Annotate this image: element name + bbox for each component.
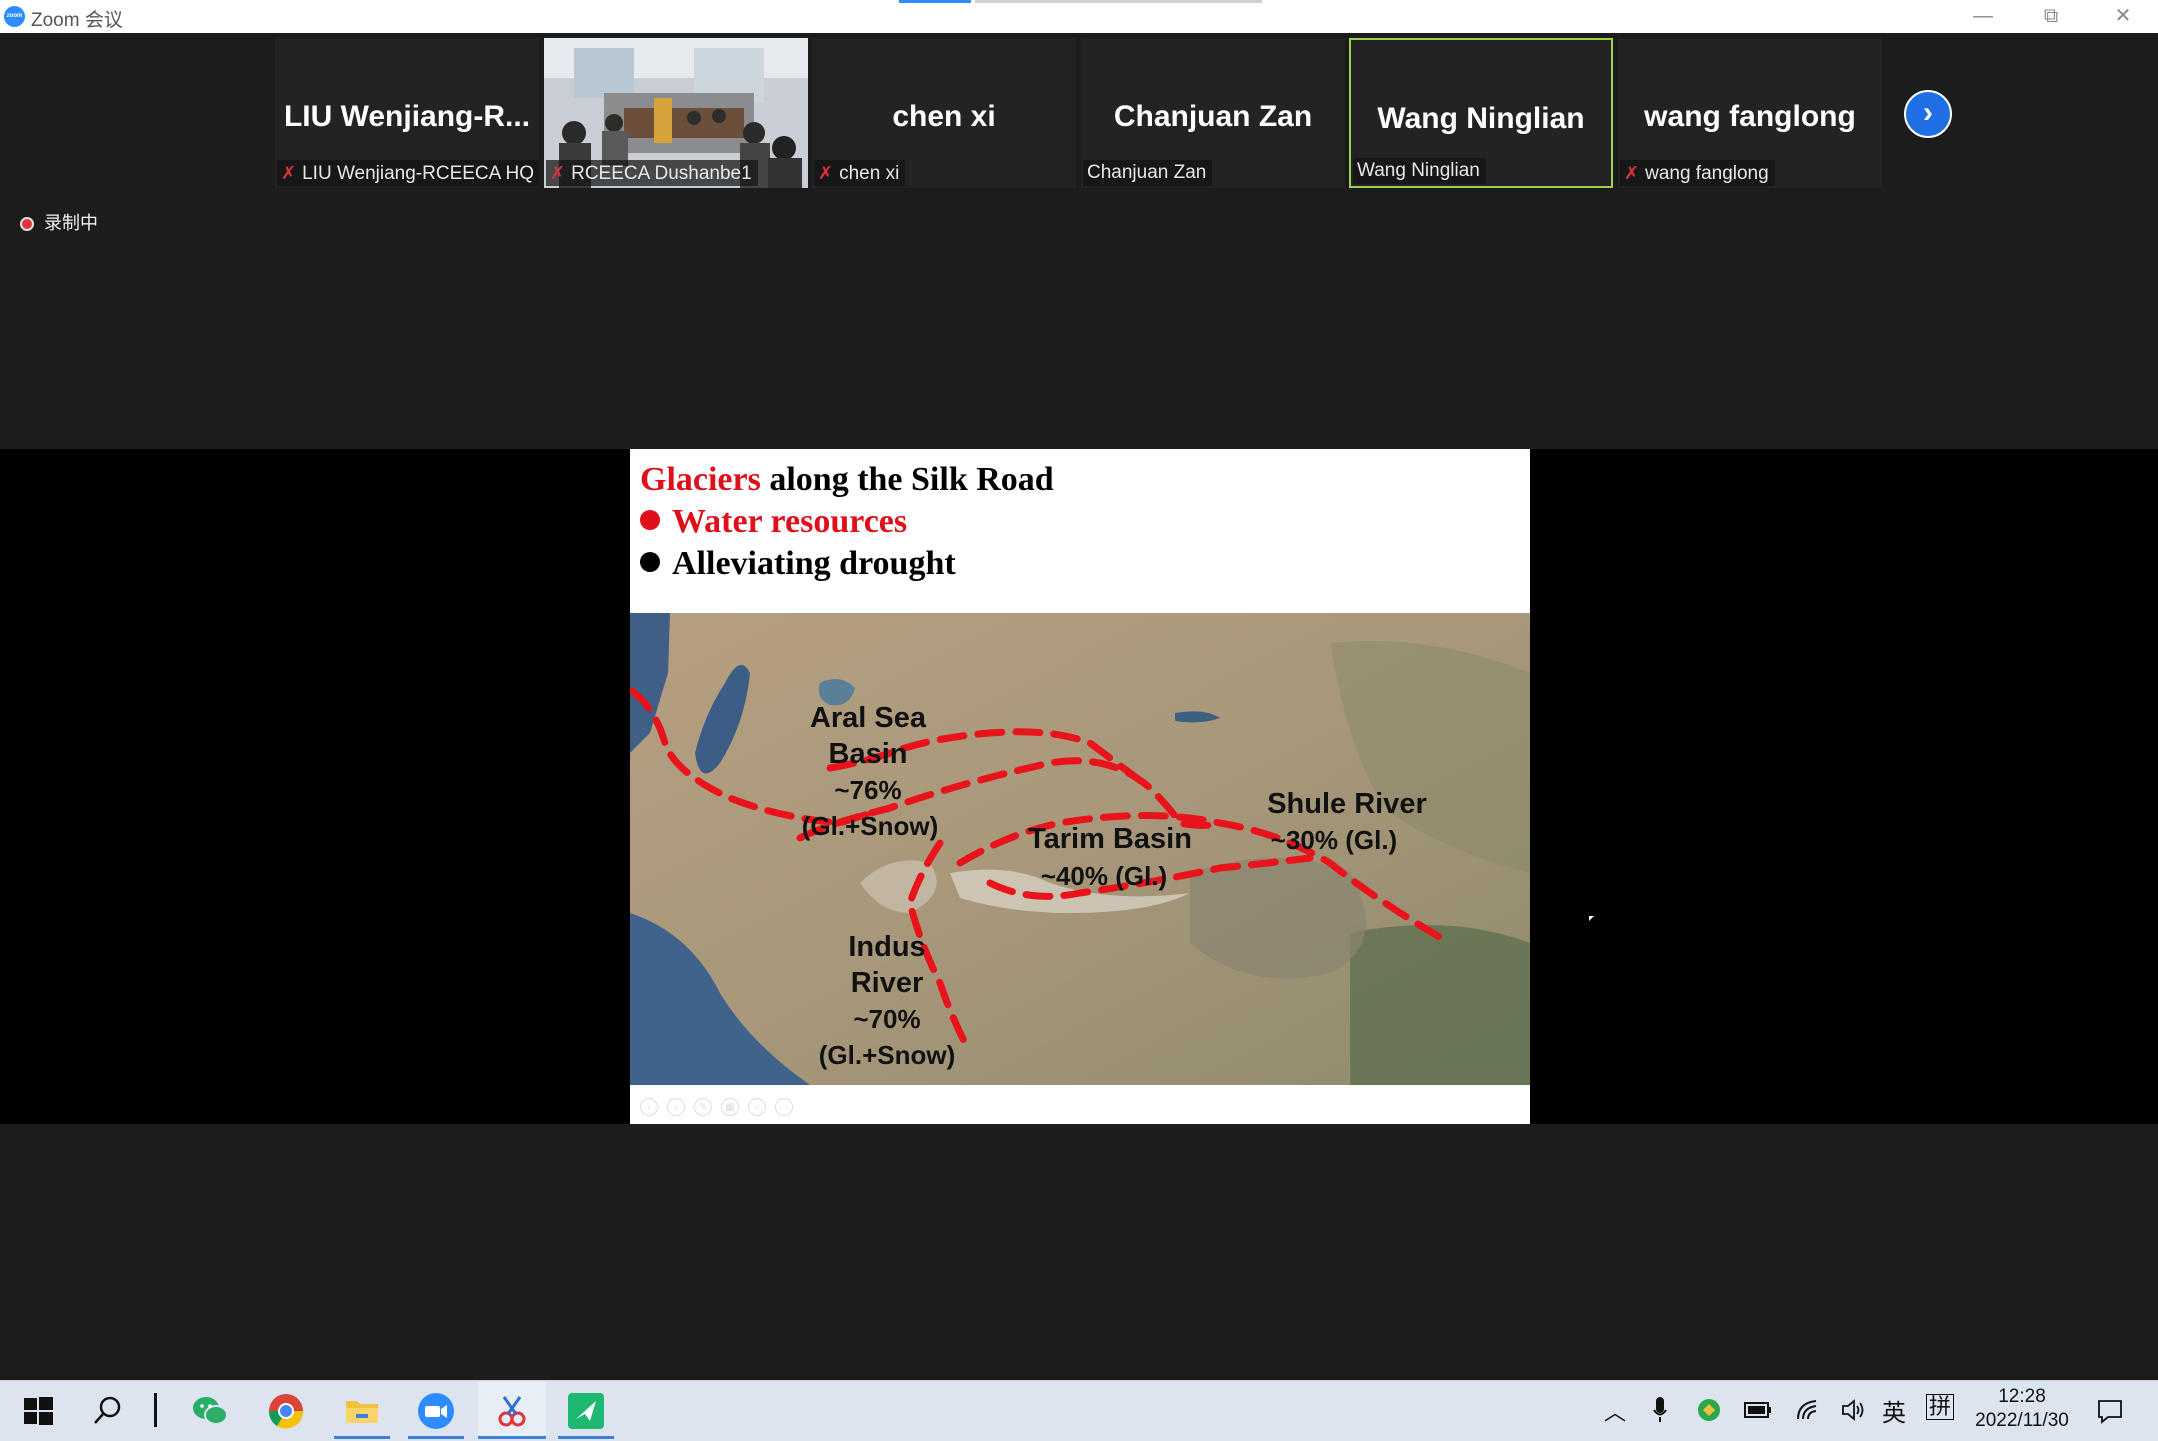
previous-slide-icon[interactable]: ‹ [640, 1098, 658, 1116]
zoom-logo-icon: zoom [4, 6, 25, 27]
clock-time: 12:28 [1998, 1386, 2046, 1407]
notification-center-icon[interactable] [2096, 1397, 2124, 1425]
wifi-icon[interactable] [1794, 1397, 1820, 1423]
presentation-slide: Glaciers along the Silk Road Water resou… [630, 449, 1530, 1124]
participant-tile[interactable]: LIU Wenjiang-R... ✗ LIU Wenjiang-RCEECA H… [275, 38, 539, 188]
wechat-icon[interactable] [188, 1389, 232, 1433]
svg-text:~70%: ~70% [853, 1004, 920, 1034]
ime-language-indicator[interactable]: 英 [1882, 1393, 1906, 1428]
recording-dot-icon [20, 217, 34, 232]
clock[interactable]: 12:28 2022/11/30 [1968, 1385, 2076, 1433]
restore-button[interactable]: ⧉ [2018, 0, 2084, 33]
title-tab-indicator [899, 0, 971, 3]
chrome-icon[interactable] [264, 1389, 308, 1433]
svg-text:(Gl.+Snow): (Gl.+Snow) [802, 811, 939, 841]
participant-display-name: Chanjuan Zan [1113, 100, 1313, 133]
participant-display-name: chen xi [892, 100, 996, 133]
pen-icon[interactable]: ✎ [694, 1098, 712, 1116]
svg-text:~76%: ~76% [834, 775, 901, 805]
silk-road-map: Aral Sea Basin ~76% (Gl.+Snow) Tarim Bas… [630, 613, 1530, 1085]
svg-text:Tarim Basin: Tarim Basin [1028, 823, 1192, 855]
participant-name-label: Chanjuan Zan [1083, 160, 1213, 186]
slides-grid-icon[interactable]: ▦ [721, 1098, 739, 1116]
minimize-button[interactable]: — [1950, 0, 2016, 33]
slide-bullet-water: Water resources [640, 503, 907, 541]
recording-indicator[interactable]: 录制中 [20, 210, 98, 236]
participant-name-label: ✗ wang fanglong [1620, 160, 1775, 186]
participant-tile-active-speaker[interactable]: Wang Ninglian Wang Ninglian [1349, 38, 1613, 188]
participant-tile[interactable]: ✗ RCEECA Dushanbe1 [544, 38, 808, 188]
task-view-divider [154, 1393, 157, 1427]
participant-name-label: Wang Ninglian [1353, 158, 1486, 184]
mouse-cursor [1589, 916, 1594, 921]
svg-text:River: River [851, 967, 924, 999]
bullet-dot-icon [640, 552, 660, 572]
file-explorer-running-indicator [334, 1436, 390, 1439]
search-icon[interactable] [86, 1389, 130, 1433]
recording-label: 录制中 [44, 213, 98, 233]
title-tab-indicator-secondary [975, 0, 1262, 3]
chevron-up-icon[interactable]: ︿ [1604, 1395, 1626, 1427]
shared-screen: Glaciers along the Silk Road Water resou… [0, 449, 2158, 1124]
participant-display-name: Wang Ninglian [1377, 102, 1585, 135]
snipping-tool-icon[interactable] [490, 1389, 534, 1433]
mic-muted-icon: ✗ [281, 163, 297, 183]
next-slide-icon[interactable]: › [667, 1098, 685, 1116]
windows-taskbar: ︿ 英 拼 12:28 2022/11/30 [0, 1380, 2158, 1441]
participant-display-name: wang fanglong [1644, 100, 1856, 133]
close-button[interactable]: ✕ [2090, 0, 2156, 33]
zoom-running-indicator [408, 1436, 464, 1439]
volume-icon[interactable] [1840, 1397, 1866, 1423]
bullet-dot-icon [640, 510, 660, 530]
microphone-icon[interactable] [1652, 1395, 1668, 1425]
svg-text:Indus: Indus [848, 931, 925, 963]
mic-muted-icon: ✗ [1624, 163, 1640, 183]
svg-text:Basin: Basin [829, 738, 908, 770]
slide-bullet-drought: Alleviating drought [640, 545, 956, 583]
battery-icon[interactable] [1744, 1401, 1772, 1419]
green-app-icon[interactable] [564, 1389, 608, 1433]
green-app-running-indicator [558, 1436, 614, 1439]
participant-gallery: LIU Wenjiang-R... ✗ LIU Wenjiang-RCEECA H… [0, 33, 2158, 188]
svg-text:Aral Sea: Aral Sea [810, 702, 927, 734]
gallery-next-page-button[interactable]: › [1904, 90, 1952, 138]
chevron-right-icon: › [1923, 96, 1933, 129]
zoom-icon[interactable] [414, 1389, 458, 1433]
participant-tile[interactable]: chen xi ✗ chen xi [812, 38, 1076, 188]
clock-date: 2022/11/30 [1975, 1410, 2069, 1431]
window-title-bar: zoom Zoom 会议 — ⧉ ✕ [0, 0, 2158, 33]
snipping-tool-running-indicator [478, 1436, 546, 1439]
zoom-icon[interactable]: ⌕ [748, 1098, 766, 1116]
participant-name-label: ✗ chen xi [814, 160, 906, 186]
svg-text:~30% (Gl.): ~30% (Gl.) [1271, 825, 1397, 855]
svg-text:~40% (Gl.): ~40% (Gl.) [1041, 861, 1167, 891]
security-app-icon[interactable] [1696, 1397, 1722, 1423]
participant-name-label: ✗ LIU Wenjiang-RCEECA HQ [277, 160, 539, 186]
mic-muted-icon: ✗ [550, 163, 566, 183]
participant-tile[interactable]: Chanjuan Zan Chanjuan Zan [1081, 38, 1345, 188]
file-explorer-icon[interactable] [340, 1389, 384, 1433]
slide-show-controls: ‹ › ✎ ▦ ⌕ ⋯ [640, 1097, 802, 1117]
slide-title: Glaciers along the Silk Road [640, 461, 1054, 498]
participant-name-label: ✗ RCEECA Dushanbe1 [546, 160, 758, 186]
participant-tile[interactable]: wang fanglong ✗ wang fanglong [1618, 38, 1882, 188]
svg-text:(Gl.+Snow): (Gl.+Snow) [819, 1040, 956, 1070]
mic-muted-icon: ✗ [818, 163, 834, 183]
ime-mode-indicator[interactable]: 拼 [1926, 1394, 1955, 1420]
windows-start-icon[interactable] [16, 1389, 60, 1433]
svg-text:Shule River: Shule River [1267, 788, 1427, 820]
window-title: Zoom 会议 [31, 10, 123, 31]
participant-display-name: LIU Wenjiang-R... [283, 100, 531, 133]
more-options-icon[interactable]: ⋯ [775, 1098, 793, 1116]
